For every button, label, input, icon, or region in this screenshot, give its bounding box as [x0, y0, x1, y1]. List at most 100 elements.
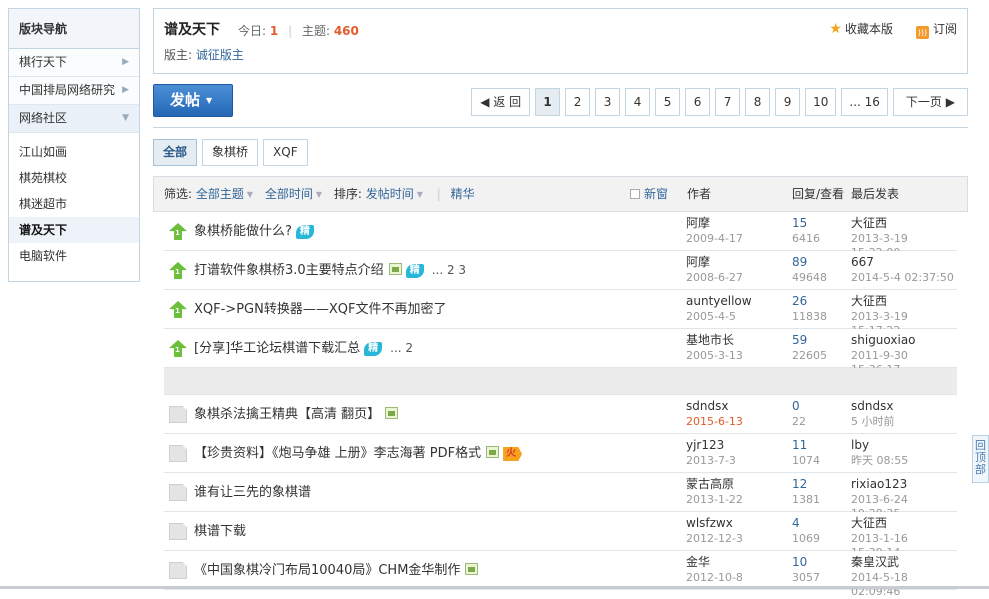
- last-post-user[interactable]: 秦皇汉武: [851, 555, 957, 569]
- last-post-user[interactable]: shiguoxiao: [851, 333, 957, 347]
- sidebar-group-pai-ju[interactable]: 中国排局网络研究 ▶: [9, 77, 139, 105]
- post-date: 2008-6-27: [686, 271, 743, 284]
- back-button[interactable]: ◀ 返 回: [471, 88, 531, 116]
- page-link-6[interactable]: 6: [685, 88, 711, 116]
- last-post-user[interactable]: 大征西: [851, 294, 957, 308]
- thread-link[interactable]: 【珍贵资料】《炮马争雄 上册》李志海著 PDF格式: [194, 446, 481, 461]
- last-post-user[interactable]: 大征西: [851, 516, 957, 530]
- thread-link[interactable]: 谁有让三先的象棋谱: [194, 485, 311, 500]
- last-post-time[interactable]: 2014-5-18 02:09:46: [851, 571, 957, 599]
- page-link-10[interactable]: 10: [805, 88, 837, 116]
- reply-count[interactable]: 10: [792, 555, 820, 569]
- last-post-user[interactable]: lby: [851, 438, 908, 452]
- page-link-8[interactable]: 8: [745, 88, 771, 116]
- reply-count[interactable]: 4: [792, 516, 820, 530]
- thread-list: 1 象棋桥能做什么? 精 阿摩 2009-4-17 15 6416 大征西 201…: [164, 212, 957, 598]
- page-link-4[interactable]: 4: [625, 88, 651, 116]
- sidebar-group-label: 网络社区: [19, 111, 68, 125]
- tab-xiangqiqiao[interactable]: 象棋桥: [202, 139, 259, 166]
- reply-count[interactable]: 15: [792, 216, 820, 230]
- reply-count[interactable]: 11: [792, 438, 820, 452]
- page-link-1[interactable]: 1: [535, 88, 561, 116]
- page-link-9[interactable]: 9: [775, 88, 801, 116]
- tab-xqf[interactable]: XQF: [263, 139, 308, 166]
- page-link-3[interactable]: 3: [595, 88, 621, 116]
- last-post-user[interactable]: 667: [851, 255, 954, 269]
- chevron-right-icon: ▶: [122, 57, 129, 67]
- next-page-button[interactable]: 下一页 ▶: [892, 88, 968, 116]
- author-link[interactable]: 阿摩: [686, 216, 743, 230]
- page-link-2[interactable]: 2: [565, 88, 591, 116]
- new-window-checkbox[interactable]: [630, 189, 640, 199]
- last-post-user[interactable]: rixiao123: [851, 477, 957, 491]
- view-count: 22605: [792, 349, 827, 362]
- favorite-label: 收藏本版: [844, 22, 893, 36]
- sidebar-item-qimi[interactable]: 棋迷超市: [9, 191, 139, 217]
- last-post-user[interactable]: sdndsx: [851, 399, 895, 413]
- chevron-down-icon: ▼: [416, 190, 423, 199]
- favorite-forum-button[interactable]: ★ 收藏本版: [829, 20, 893, 37]
- author-link[interactable]: wlsfzwx: [686, 516, 743, 530]
- page-link-5[interactable]: 5: [655, 88, 681, 116]
- last-post-user[interactable]: 大征西: [851, 216, 957, 230]
- document-icon: [169, 484, 187, 501]
- reply-count[interactable]: 12: [792, 477, 820, 491]
- subscribe-button[interactable]: ))) 订阅: [915, 20, 957, 39]
- tab-all[interactable]: 全部: [153, 139, 198, 166]
- sidebar-item-qiyuan[interactable]: 棋苑棋校: [9, 165, 139, 191]
- last-post-time[interactable]: 5 小时前: [851, 415, 895, 429]
- subscribe-label: 订阅: [932, 22, 957, 36]
- thread-link[interactable]: 棋谱下载: [194, 524, 246, 539]
- thread-page-link[interactable]: ... 2: [432, 263, 455, 277]
- thread-link[interactable]: XQF->PGN转换器——XQF文件不再加密了: [194, 302, 446, 317]
- thread-page-link[interactable]: 3: [458, 263, 466, 277]
- last-post-time[interactable]: 昨天 08:55: [851, 454, 908, 468]
- filter-all-topics[interactable]: 全部主题: [196, 187, 244, 201]
- page-link-7[interactable]: 7: [715, 88, 741, 116]
- author-cell: 金华 2012-10-8: [686, 555, 743, 585]
- reply-count[interactable]: 89: [792, 255, 827, 269]
- sidebar-item-jiangshan[interactable]: 江山如画: [9, 139, 139, 165]
- last-post-time[interactable]: 2014-5-4 02:37:50: [851, 271, 954, 285]
- chevron-left-icon: ◀: [480, 95, 490, 109]
- view-count: 1381: [792, 493, 820, 506]
- counts-cell: 12 1381: [792, 477, 820, 507]
- author-link[interactable]: 金华: [686, 555, 743, 569]
- topics-count: 460: [333, 24, 359, 38]
- back-to-top-button[interactable]: 回顶部: [972, 435, 989, 483]
- filter-divider: |: [436, 187, 441, 201]
- filter-all-time[interactable]: 全部时间: [265, 187, 313, 201]
- thread-link[interactable]: [分享]华工论坛棋谱下载汇总: [194, 341, 360, 356]
- reply-count[interactable]: 0: [792, 399, 806, 413]
- author-link[interactable]: sdndsx: [686, 399, 743, 413]
- counts-cell: 0 22: [792, 399, 806, 429]
- sidebar-item-software[interactable]: 电脑软件: [9, 243, 139, 269]
- new-post-button[interactable]: 发帖 ▼: [153, 84, 233, 117]
- today-label: 今日:: [238, 24, 267, 38]
- thread-link[interactable]: 象棋桥能做什么?: [194, 224, 292, 239]
- thread-title-cell: 【珍贵资料】《炮马争雄 上册》李志海著 PDF格式 火: [194, 434, 523, 473]
- new-window-toggle[interactable]: 新窗: [630, 177, 668, 211]
- author-link[interactable]: 阿摩: [686, 255, 743, 269]
- hot-badge: 火: [503, 447, 523, 461]
- thread-page-link[interactable]: ... 2: [390, 341, 413, 355]
- sidebar-item-puji[interactable]: 谱及天下: [9, 217, 139, 243]
- reply-count[interactable]: 59: [792, 333, 827, 347]
- thread-link[interactable]: 打谱软件象棋桥3.0主要特点介绍: [194, 263, 384, 278]
- sidebar-group-qixing[interactable]: 棋行天下 ▶: [9, 49, 139, 77]
- chevron-right-icon: ▶: [945, 95, 955, 109]
- author-link[interactable]: yjr123: [686, 438, 736, 452]
- filter-digest[interactable]: 精华: [451, 187, 475, 201]
- sort-post-time[interactable]: 发帖时间: [366, 187, 414, 201]
- thread-link[interactable]: 《中国象棋冷门布局10040局》CHM金华制作: [194, 563, 460, 578]
- document-icon: [169, 445, 187, 462]
- sidebar-group-community[interactable]: 网络社区 ▼: [9, 105, 139, 133]
- new-window-label: 新窗: [644, 187, 669, 201]
- author-link[interactable]: auntyellow: [686, 294, 752, 308]
- author-link[interactable]: 基地市长: [686, 333, 743, 347]
- page-link-last[interactable]: ... 16: [841, 88, 888, 116]
- moderator-link[interactable]: 诚征版主: [196, 48, 244, 62]
- reply-count[interactable]: 26: [792, 294, 827, 308]
- author-link[interactable]: 蒙古高原: [686, 477, 743, 491]
- thread-link[interactable]: 象棋杀法擒王精典【高清 翻页】: [194, 407, 380, 422]
